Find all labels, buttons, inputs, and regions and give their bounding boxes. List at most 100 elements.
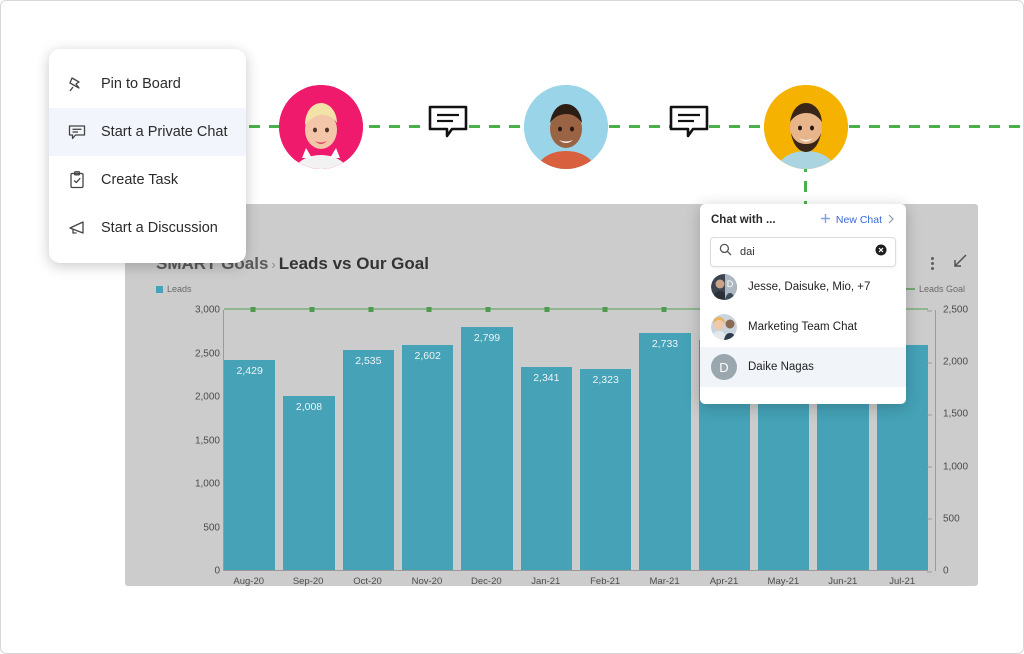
chat-result-label: Daike Nagas <box>748 361 814 373</box>
new-chat-button[interactable]: New Chat <box>820 213 895 227</box>
x-axis-label: Feb-21 <box>590 576 621 587</box>
axis-tick-label: 1,000 <box>927 461 979 472</box>
axis-tick-label: 2,500 <box>194 348 220 359</box>
bar-slot: 2,535 <box>342 310 395 570</box>
x-axis-label: Jun-21 <box>828 576 858 587</box>
more-options-icon[interactable] <box>931 257 934 270</box>
bar-value-label: 2,008 <box>295 400 323 413</box>
menu-item-create-task[interactable]: Create Task <box>49 156 246 204</box>
menu-item-start-discussion[interactable]: Start a Discussion <box>49 204 246 252</box>
x-axis-label: Aug-20 <box>233 576 265 587</box>
y-axis-left: 0 500 1,000 1,500 2,000 2,500 3,000 <box>174 305 220 577</box>
bar-slot: 2,429 <box>224 310 276 570</box>
goal-line-marker <box>661 306 667 312</box>
x-axis-label: Nov-20 <box>411 576 443 587</box>
axis-tick-label: 500 <box>927 513 979 524</box>
avatar-person-2[interactable] <box>524 85 608 169</box>
chat-bubble-connector-1[interactable] <box>428 105 468 150</box>
chat-search-field[interactable]: dai <box>710 237 896 267</box>
axis-tick-label: 1,500 <box>194 435 220 446</box>
axis-tick-mark <box>927 362 932 364</box>
x-axis-label: Sep-20 <box>292 576 324 587</box>
menu-item-label: Start a Discussion <box>101 220 218 236</box>
x-axis-label: Oct-20 <box>353 576 382 587</box>
bar-slot: 2,602 <box>401 310 454 570</box>
bar-value-label: 2,733 <box>651 338 679 351</box>
axis-tick-label: 2,500 <box>927 305 979 316</box>
bar-nov-20[interactable]: 2,602 <box>401 344 454 570</box>
axis-tick-mark <box>927 414 932 416</box>
pin-icon <box>67 74 87 94</box>
goal-line-marker <box>426 306 432 312</box>
menu-item-start-private-chat[interactable]: Start a Private Chat <box>49 108 246 156</box>
axis-tick-label: 2,000 <box>194 391 220 403</box>
bar-slot: 2,733 <box>639 310 691 570</box>
context-menu: Pin to Board Start a Private Chat Create… <box>49 49 246 263</box>
bar-value-label: 2,323 <box>592 373 619 386</box>
chevron-right-icon <box>887 214 895 227</box>
goal-line-marker <box>250 306 256 312</box>
goal-line-marker <box>309 306 315 312</box>
bar-slot: 2,341 <box>520 310 573 570</box>
x-axis-label: Jul-21 <box>889 576 916 587</box>
chat-popover: Chat with ... New Chat dai D Jesse, Daisu… <box>700 204 906 404</box>
menu-item-pin-to-board[interactable]: Pin to Board <box>49 60 246 108</box>
bar-slot: 2,323 <box>579 310 632 570</box>
clear-search-icon[interactable] <box>875 243 887 261</box>
x-axis-label: Dec-20 <box>471 576 502 587</box>
bar-value-label: 2,341 <box>533 372 560 385</box>
goal-line-marker <box>485 306 491 312</box>
app-canvas: SMART Goals › Leads vs Our Goal Leads Lead… <box>0 0 1024 654</box>
bar-mar-21[interactable]: 2,733 <box>639 333 691 570</box>
plus-icon <box>820 213 831 227</box>
legend-leads-goal: Leads Goal <box>902 284 965 294</box>
bar-jan-21[interactable]: 2,341 <box>520 367 573 570</box>
goal-line-marker <box>368 306 374 312</box>
svg-text:D: D <box>727 279 734 289</box>
bar-sep-20[interactable]: 2,008 <box>283 395 335 570</box>
chat-result-row[interactable]: D Jesse, Daisuke, Mio, +7 <box>700 267 906 307</box>
x-axis-label: Mar-21 <box>649 576 680 587</box>
legend-leads: Leads <box>156 284 192 294</box>
chat-popover-title: Chat with ... <box>711 214 776 226</box>
bar-aug-20[interactable]: 2,429 <box>224 359 276 570</box>
megaphone-icon <box>67 218 87 238</box>
bar-value-label: 2,535 <box>355 355 382 368</box>
bar-value-label: 2,429 <box>236 364 263 377</box>
collapse-arrow-icon[interactable] <box>952 253 968 274</box>
bar-value-label: 2,799 <box>473 332 501 345</box>
menu-item-label: Start a Private Chat <box>101 124 228 140</box>
bar-dec-20[interactable]: 2,799 <box>461 327 513 570</box>
chat-bubble-icon <box>67 122 87 142</box>
axis-tick-label: 1,000 <box>194 478 220 490</box>
breadcrumb-leaf: Leads vs Our Goal <box>278 254 429 273</box>
avatar-group: D <box>711 274 737 300</box>
axis-tick-label: 2,000 <box>927 357 979 368</box>
avatar-person-1[interactable] <box>279 85 363 169</box>
legend-leads-label: Leads <box>167 284 192 294</box>
checklist-icon <box>67 170 87 190</box>
x-axis: Aug-20 Sep-20 Oct-20 Nov-20 Dec-20 Jan-21 Feb-… <box>223 576 928 587</box>
menu-item-label: Create Task <box>101 172 179 188</box>
bar-slot: 2,799 <box>461 310 513 570</box>
goal-line-marker <box>602 306 608 312</box>
breadcrumb-separator: › <box>271 257 276 272</box>
avatar-initial: D <box>711 354 737 380</box>
bar-feb-21[interactable]: 2,323 <box>579 368 632 570</box>
chart-toolbar <box>931 253 968 274</box>
axis-tick-mark <box>927 310 932 311</box>
axis-tick-mark <box>927 571 932 572</box>
axis-tick-label: 0 <box>927 566 979 577</box>
bar-oct-20[interactable]: 2,535 <box>342 350 395 570</box>
legend-leads-goal-label: Leads Goal <box>918 284 965 294</box>
axis-tick-mark <box>927 466 932 468</box>
x-axis-label: May-21 <box>767 576 800 587</box>
x-axis-label: Apr-21 <box>709 576 739 587</box>
chat-result-row[interactable]: D Daike Nagas <box>700 347 906 387</box>
chat-popover-header: Chat with ... New Chat <box>700 204 906 236</box>
chat-bubble-connector-2[interactable] <box>669 105 709 150</box>
avatar-person-3[interactable] <box>764 85 848 169</box>
chat-result-row[interactable]: Marketing Team Chat <box>700 307 906 347</box>
chat-results-list: D Jesse, Daisuke, Mio, +7 Marketing Team C… <box>700 267 906 387</box>
x-axis-label: Jan-21 <box>531 576 561 587</box>
